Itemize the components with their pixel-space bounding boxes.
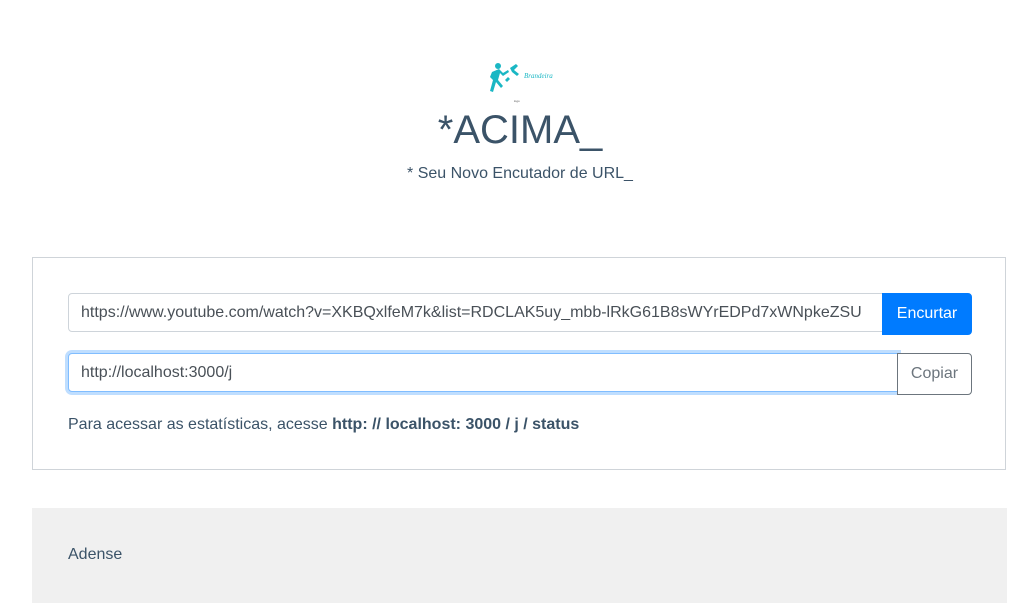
- stats-prefix: Para acessar as estatísticas, acesse: [68, 416, 333, 433]
- shorten-button[interactable]: Encurtar: [882, 293, 972, 335]
- shortener-panel: Encurtar Copiar Para acessar as estatíst…: [32, 257, 1006, 470]
- short-url-input[interactable]: [68, 353, 898, 392]
- logo: Brandeira Cristina logo: [488, 60, 554, 106]
- running-figure-icon: [490, 63, 519, 92]
- page-subtitle: * Seu Novo Encutador de URL_: [407, 165, 633, 182]
- copy-button[interactable]: Copiar: [897, 353, 972, 395]
- logo-text: Brandeira Cristina: [524, 72, 554, 80]
- page-title: *ACIMA_: [437, 108, 603, 152]
- logo-subtext: logo: [514, 99, 520, 103]
- stats-link[interactable]: http: // localhost: 3000 / j / status: [332, 416, 579, 433]
- adsense-label: Adense: [68, 546, 123, 563]
- url-input[interactable]: [68, 293, 883, 332]
- stats-info: Para acessar as estatísticas, acesse htt…: [68, 415, 579, 435]
- adsense-block: Adense: [32, 508, 1007, 603]
